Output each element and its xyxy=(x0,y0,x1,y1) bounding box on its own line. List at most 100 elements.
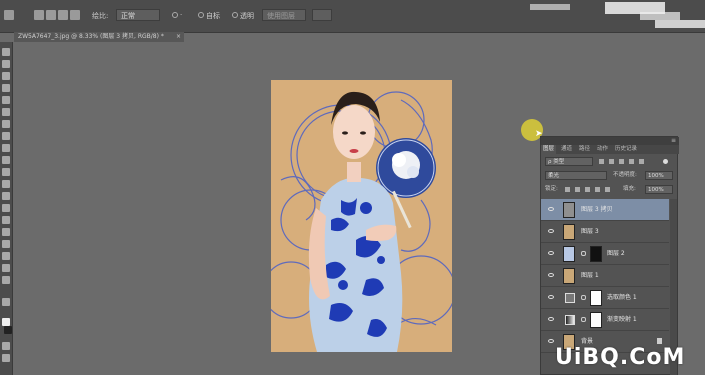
layer-name: 图层 3 xyxy=(581,228,599,235)
document-tab[interactable]: ZW5A7647_3.jpg @ 8.33% (图层 3 拷贝, RGB/8) … xyxy=(14,32,184,42)
mask-link-icon[interactable] xyxy=(581,317,586,322)
layer-mask-thumbnail[interactable] xyxy=(590,246,602,262)
layer-mask-thumbnail[interactable] xyxy=(590,290,602,306)
visibility-eye-icon[interactable] xyxy=(548,295,554,299)
gradient-tool-icon[interactable] xyxy=(2,180,10,188)
layer-thumbnail xyxy=(563,246,575,262)
history-brush-tool-icon[interactable] xyxy=(2,156,10,164)
visibility-eye-icon[interactable] xyxy=(548,317,554,321)
lock-all-icon[interactable] xyxy=(605,187,610,192)
layer-name: 渐变映射 1 xyxy=(607,316,637,323)
shape-tool-icon[interactable] xyxy=(2,252,10,260)
foreground-color-swatch[interactable] xyxy=(2,318,10,326)
zoom-tool-icon[interactable] xyxy=(2,276,10,284)
layer-row[interactable]: 图层 3 拷贝 xyxy=(541,199,669,221)
marquee-tool-icon[interactable] xyxy=(2,60,10,68)
healing-tool-icon[interactable] xyxy=(2,120,10,128)
mode-label: 绘比: xyxy=(92,12,109,20)
filter-adjustment-icon[interactable] xyxy=(609,159,614,164)
pen-tool-icon[interactable] xyxy=(2,216,10,224)
blur-block xyxy=(655,20,705,28)
layer-filter-select[interactable]: ρ 类型 xyxy=(545,157,593,166)
lock-icon xyxy=(657,338,662,344)
move-tool-icon[interactable] xyxy=(2,48,10,56)
hand-tool-icon[interactable] xyxy=(2,264,10,272)
tools-panel xyxy=(0,42,13,375)
tab-history[interactable]: 历史记录 xyxy=(613,145,639,154)
lock-artboard-icon[interactable] xyxy=(595,187,600,192)
layer-row[interactable]: 选取颜色 1 xyxy=(541,287,669,309)
visibility-eye-icon[interactable] xyxy=(548,339,554,343)
filter-toggle-icon[interactable] xyxy=(663,159,668,164)
path-select-tool-icon[interactable] xyxy=(2,240,10,248)
quick-mask-icon[interactable] xyxy=(2,342,10,350)
layer-row[interactable]: 图层 3 xyxy=(541,221,669,243)
eraser-tool-icon[interactable] xyxy=(2,168,10,176)
screen-mode-icon[interactable] xyxy=(2,354,10,362)
radio-transparent-icon[interactable] xyxy=(232,12,238,18)
lock-transparent-icon[interactable] xyxy=(565,187,570,192)
visibility-eye-icon[interactable] xyxy=(548,229,554,233)
radio-source-icon[interactable] xyxy=(172,12,178,18)
blur-block xyxy=(640,12,680,20)
type-tool-icon[interactable] xyxy=(2,228,10,236)
quick-select-tool-icon[interactable] xyxy=(2,84,10,92)
intersect-selection-icon[interactable] xyxy=(70,10,80,20)
layer-name: 选取颜色 1 xyxy=(607,294,637,301)
visibility-eye-icon[interactable] xyxy=(548,273,554,277)
blur-tool-icon[interactable] xyxy=(2,192,10,200)
panel-header[interactable]: ≡ xyxy=(541,137,679,145)
tab-paths[interactable]: 路径 xyxy=(577,145,592,154)
canvas-image[interactable] xyxy=(271,80,452,352)
lock-label: 锁定: xyxy=(545,186,558,192)
close-tab-icon[interactable]: × xyxy=(176,32,181,42)
radio-auto-label: 自标 xyxy=(206,12,220,20)
visibility-eye-icon[interactable] xyxy=(548,251,554,255)
use-pattern-button[interactable]: 使用图层 xyxy=(262,9,306,21)
subtract-selection-icon[interactable] xyxy=(58,10,68,20)
selective-color-icon xyxy=(565,293,575,303)
crop-tool-icon[interactable] xyxy=(2,96,10,104)
dodge-tool-icon[interactable] xyxy=(2,204,10,212)
filter-shape-icon[interactable] xyxy=(629,159,634,164)
layer-name: 图层 1 xyxy=(581,272,599,279)
blend-mode-select[interactable]: 正常 xyxy=(116,9,160,21)
layers-panel: ≡ 图层 通道 路径 动作 历史记录 ρ 类型 柔光 不透明度: 100% 锁定… xyxy=(540,136,679,375)
visibility-eye-icon[interactable] xyxy=(548,207,554,211)
layer-row[interactable]: 渐变映射 1 xyxy=(541,309,669,331)
layer-name: 图层 2 xyxy=(607,250,625,257)
filter-type-icon[interactable] xyxy=(619,159,624,164)
radio-auto-icon[interactable] xyxy=(198,12,204,18)
options-bar: 绘比: 正常 · 自标 透明 使用图层 xyxy=(0,0,705,33)
lasso-tool-icon[interactable] xyxy=(2,72,10,80)
panel-menu-icon[interactable]: ≡ xyxy=(671,137,676,144)
add-selection-icon[interactable] xyxy=(46,10,56,20)
fill-label: 填充: xyxy=(623,186,636,192)
brush-tool-icon[interactable] xyxy=(2,132,10,140)
tab-actions[interactable]: 动作 xyxy=(595,145,610,154)
eyedropper-tool-icon[interactable] xyxy=(2,108,10,116)
background-color-swatch[interactable] xyxy=(4,326,12,334)
filter-smart-object-icon[interactable] xyxy=(639,159,644,164)
pattern-swatch[interactable] xyxy=(312,9,332,21)
lock-position-icon[interactable] xyxy=(585,187,590,192)
blend-mode-dropdown[interactable]: 柔光 xyxy=(545,171,607,180)
tab-layers[interactable]: 图层 xyxy=(541,145,557,154)
watermark-logo: UiBQ.CoM xyxy=(555,345,686,370)
opacity-input[interactable]: 100% xyxy=(645,171,673,180)
new-selection-icon[interactable] xyxy=(34,10,44,20)
filter-pixel-icon[interactable] xyxy=(599,159,604,164)
layer-mask-thumbnail[interactable] xyxy=(590,312,602,328)
layer-row[interactable]: 图层 2 xyxy=(541,243,669,265)
layer-row[interactable]: 图层 1 xyxy=(541,265,669,287)
edit-toolbar-icon[interactable] xyxy=(2,298,10,306)
layer-thumbnail xyxy=(563,224,575,240)
mask-link-icon[interactable] xyxy=(581,295,586,300)
lock-image-icon[interactable] xyxy=(575,187,580,192)
fill-input[interactable]: 100% xyxy=(645,185,673,194)
stamp-tool-icon[interactable] xyxy=(2,144,10,152)
tool-preset-icon[interactable] xyxy=(4,10,14,20)
tab-channels[interactable]: 通道 xyxy=(559,145,574,154)
layer-name: 图层 3 拷贝 xyxy=(581,206,613,213)
mask-link-icon[interactable] xyxy=(581,251,586,256)
